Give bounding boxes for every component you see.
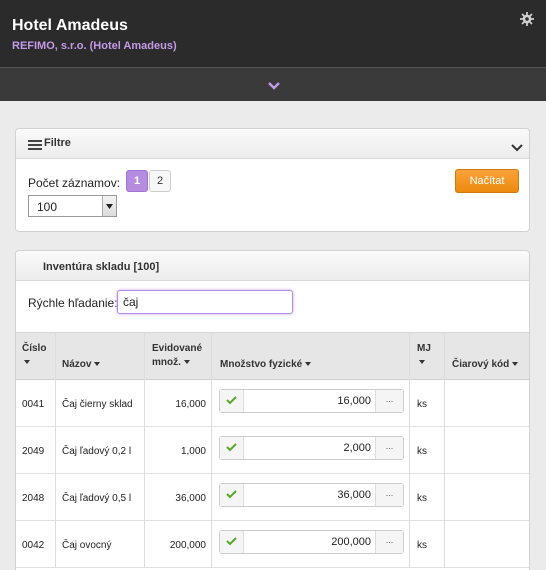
confirm-check-icon[interactable]	[220, 390, 244, 412]
cell-nazov: Čaj čierny sklad	[62, 399, 133, 410]
table-row[interactable]: 0041 Čaj čierny sklad 16,000 16,000 ... …	[16, 380, 529, 427]
sort-caret-icon	[94, 362, 101, 367]
load-button[interactable]: Načítat	[455, 169, 519, 193]
column-divider	[444, 332, 445, 568]
quantity-field[interactable]: 2,000 ...	[219, 436, 404, 460]
cell-mj: ks	[417, 399, 427, 410]
column-label-evidovane-2: množ.	[152, 357, 181, 368]
quantity-value[interactable]: 200,000	[331, 536, 371, 548]
cell-cislo: 0042	[22, 540, 45, 551]
quick-search-label: Rýchle hľadanie:	[28, 296, 118, 310]
quantity-field[interactable]: 36,000 ...	[219, 483, 404, 507]
column-label-ciarovy: Čiarový kód	[452, 359, 510, 370]
page-button-2[interactable]: 2	[149, 170, 171, 192]
sort-caret-icon	[419, 360, 425, 365]
quantity-value[interactable]: 36,000	[337, 489, 371, 501]
more-button[interactable]: ...	[375, 437, 403, 459]
sort-caret-icon	[305, 362, 312, 367]
sort-caret-icon	[24, 360, 30, 365]
nav-bar	[0, 67, 546, 101]
column-header-evidovane[interactable]: Evidované množ.	[152, 342, 202, 370]
more-button[interactable]: ...	[375, 484, 403, 506]
inventory-panel: Inventúra skladu [100] Rýchle hľadanie: …	[15, 250, 530, 570]
records-per-page-select[interactable]: 100	[28, 195, 117, 217]
column-header-nazov[interactable]: Názov	[62, 358, 101, 372]
table-row[interactable]: 0042 Čaj ovocný 200,000 200,000 ... ks	[16, 521, 529, 568]
cell-nazov: Čaj ľadový 0,2 l	[62, 446, 132, 457]
cell-evidovane: 200,000	[169, 540, 206, 551]
column-label-mnozstvo: Množstvo fyzické	[220, 359, 303, 370]
confirm-check-icon[interactable]	[220, 437, 244, 459]
filter-panel: Filtre Počet záznamov: 1 2 Načítat 100	[15, 128, 530, 232]
inventory-header: Inventúra skladu [100]	[16, 251, 529, 281]
quantity-value[interactable]: 2,000	[343, 442, 371, 454]
confirm-check-icon[interactable]	[220, 531, 244, 553]
page-button-1[interactable]: 1	[126, 170, 148, 192]
cell-cislo: 2048	[22, 493, 45, 504]
quantity-field[interactable]: 200,000 ...	[219, 530, 404, 554]
table-row[interactable]: 2048 Čaj ľadový 0,5 l 36,000 36,000 ... …	[16, 474, 529, 521]
column-divider	[211, 332, 212, 568]
cell-mj: ks	[417, 446, 427, 457]
record-count-label: Počet záznamov:	[28, 176, 121, 190]
column-label-cislo: Číslo	[22, 343, 47, 354]
company-name: REFIMO, s.r.o. (Hotel Amadeus)	[12, 40, 177, 52]
cell-nazov: Čaj ovocný	[62, 540, 112, 551]
app-title: Hotel Amadeus	[12, 17, 128, 34]
column-header-cislo[interactable]: Číslo	[22, 342, 46, 370]
cell-cislo: 0041	[22, 399, 45, 410]
records-per-page-value: 100	[37, 200, 58, 214]
column-divider	[409, 332, 410, 568]
collapse-chevron-icon[interactable]	[511, 141, 523, 152]
quantity-field[interactable]: 16,000 ...	[219, 389, 404, 413]
more-button[interactable]: ...	[375, 390, 403, 412]
column-header-ciarovy[interactable]: Čiarový kód	[452, 358, 519, 372]
confirm-check-icon[interactable]	[220, 484, 244, 506]
cell-mj: ks	[417, 540, 427, 551]
table-row[interactable]: 2049 Čaj ľadový 0,2 l 1,000 2,000 ... ks	[16, 427, 529, 474]
column-label-mj: MJ	[417, 343, 431, 354]
sort-caret-icon	[183, 360, 190, 365]
column-header-mj[interactable]: MJ	[417, 342, 431, 370]
more-button[interactable]: ...	[375, 531, 403, 553]
select-arrow-icon	[102, 196, 116, 216]
chevron-down-icon[interactable]	[267, 80, 281, 90]
column-label-evidovane: Evidované	[152, 343, 203, 354]
table-header: Číslo Názov Evidované množ. Množstvo fyzi…	[16, 332, 529, 380]
cell-evidovane: 36,000	[175, 493, 206, 504]
quick-search-input[interactable]	[117, 290, 293, 314]
filter-list-icon	[28, 139, 42, 150]
column-divider	[55, 332, 56, 568]
column-label-nazov: Názov	[62, 359, 92, 370]
gear-icon[interactable]	[520, 12, 536, 28]
cell-nazov: Čaj ľadový 0,5 l	[62, 493, 132, 504]
cell-cislo: 2049	[22, 446, 45, 457]
inventory-title: Inventúra skladu [100]	[43, 261, 160, 273]
sort-caret-icon	[512, 362, 519, 367]
column-header-mnozstvo[interactable]: Množstvo fyzické	[220, 358, 312, 372]
column-divider	[144, 332, 145, 568]
filter-header[interactable]: Filtre	[16, 129, 529, 159]
cell-evidovane: 16,000	[175, 399, 206, 410]
quantity-value[interactable]: 16,000	[337, 395, 371, 407]
cell-evidovane: 1,000	[180, 446, 206, 457]
cell-mj: ks	[417, 493, 427, 504]
app-header: Hotel Amadeus REFIMO, s.r.o. (Hotel Amad…	[0, 0, 546, 67]
filter-title: Filtre	[44, 137, 71, 149]
